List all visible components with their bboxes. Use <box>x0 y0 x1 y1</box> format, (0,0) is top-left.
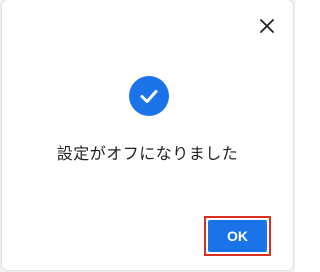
close-icon <box>260 18 274 37</box>
ok-button-focus-ring: OK <box>204 216 271 256</box>
ok-button[interactable]: OK <box>208 220 267 252</box>
close-button[interactable] <box>254 14 280 40</box>
dialog-message: 設定がオフになりました <box>56 144 239 163</box>
check-circle-icon <box>129 76 169 116</box>
confirmation-dialog: 設定がオフになりました OK <box>2 0 293 270</box>
